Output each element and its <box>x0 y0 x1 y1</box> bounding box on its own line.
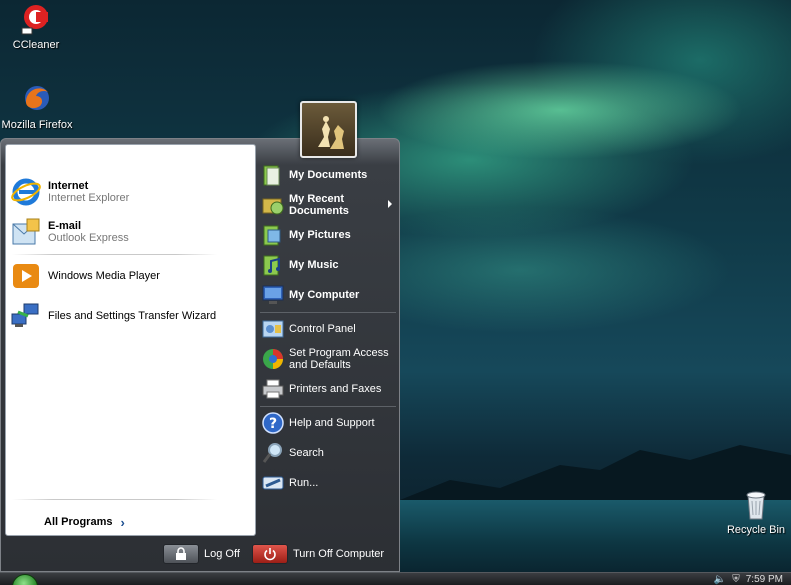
recent-transfer-wizard[interactable]: Files and Settings Transfer Wizard <box>10 297 253 335</box>
pinned-subtitle: Internet Explorer <box>48 192 130 204</box>
place-my-music[interactable]: My Music <box>258 251 398 279</box>
search-icon <box>262 443 282 463</box>
help-and-support[interactable]: ? Help and Support <box>258 409 398 437</box>
places-separator <box>260 312 396 313</box>
svg-text:?: ? <box>269 416 277 432</box>
chess-pieces-icon <box>318 116 344 149</box>
lock-icon <box>163 544 199 564</box>
pinned-separator <box>12 254 217 255</box>
setting-program-access[interactable]: Set Program Access and Defaults <box>258 345 398 373</box>
setting-label: Control Panel <box>289 323 356 335</box>
pinned-title: E-mail <box>48 220 82 232</box>
recent-windows-media-player[interactable]: Windows Media Player <box>10 257 253 295</box>
taskbar: 🔈 ⛨ 7:59 PM <box>0 572 791 585</box>
settings-separator <box>260 406 396 407</box>
help-label: Search <box>289 447 324 459</box>
power-icon <box>252 544 288 564</box>
desktop-icon-recycle-bin[interactable]: Recycle Bin <box>716 487 791 536</box>
run-icon <box>262 476 284 490</box>
clock[interactable]: 7:59 PM <box>746 574 783 585</box>
security-alert-icon[interactable]: ⛨ <box>732 574 740 585</box>
start-menu: Internet Internet Explorer E-mail Outloo… <box>0 138 400 572</box>
recent-label: Windows Media Player <box>48 270 160 282</box>
my-recent-documents-icon <box>262 198 284 215</box>
place-label: My Recent Documents <box>289 193 349 217</box>
pinned-subtitle: Outlook Express <box>48 232 129 244</box>
my-music-icon <box>263 255 280 276</box>
place-my-recent-documents[interactable]: My Recent Documents <box>258 191 398 219</box>
desktop-icon-ccleaner[interactable]: CCleaner <box>0 2 76 51</box>
desktop-icon-label: Mozilla Firefox <box>1 119 73 131</box>
volume-icon[interactable]: 🔈 <box>714 574 726 585</box>
place-label: My Music <box>289 259 339 271</box>
recent-label: Files and Settings Transfer Wizard <box>48 310 217 322</box>
start-menu-right-pane: My Documents My Recent Documents My Pict… <box>258 144 398 536</box>
firefox-icon <box>25 86 49 110</box>
transfer-wizard-icon <box>11 303 39 327</box>
start-menu-footer: Log Off Turn Off Computer <box>1 539 399 571</box>
control-panel-icon <box>262 320 284 338</box>
setting-control-panel[interactable]: Control Panel <box>258 315 398 343</box>
setting-printers-faxes[interactable]: Printers and Faxes <box>258 375 398 403</box>
ccleaner-icon <box>21 5 48 35</box>
help-icon: ? <box>262 412 284 434</box>
desktop-icon-firefox[interactable]: Mozilla Firefox <box>0 82 77 131</box>
help-label: Help and Support <box>289 417 375 429</box>
media-player-icon <box>13 264 39 288</box>
internet-explorer-icon <box>11 178 41 206</box>
place-label: My Computer <box>289 289 360 301</box>
chevron-right-icon: › <box>120 514 125 530</box>
turn-off-computer-button[interactable]: Turn Off Computer <box>252 543 384 565</box>
printer-icon <box>262 379 284 399</box>
desktop-icon-label: Recycle Bin <box>726 524 786 536</box>
turn-off-label: Turn Off Computer <box>293 548 385 560</box>
setting-label: Printers and Faxes <box>289 383 382 395</box>
start-button[interactable] <box>12 574 38 585</box>
place-label: My Documents <box>289 169 368 181</box>
all-programs-button[interactable]: All Programs › <box>44 514 125 530</box>
my-documents-icon <box>263 165 280 186</box>
recycle-bin-icon <box>746 491 766 520</box>
setting-label: Set Program Access and Defaults <box>289 347 389 371</box>
system-tray: 🔈 ⛨ 7:59 PM <box>714 573 783 585</box>
my-computer-icon <box>262 285 284 304</box>
run[interactable]: Run... <box>258 469 398 497</box>
all-programs-separator <box>12 499 217 500</box>
my-pictures-icon <box>263 225 281 246</box>
pinned-email[interactable]: E-mail Outlook Express <box>10 213 253 251</box>
user-account-picture[interactable] <box>300 101 357 158</box>
search[interactable]: Search <box>258 439 398 467</box>
submenu-arrow-icon <box>388 200 392 208</box>
desktop-icon-label: CCleaner <box>12 39 60 51</box>
all-programs-label: All Programs <box>44 516 113 528</box>
start-menu-left-pane: Internet Internet Explorer E-mail Outloo… <box>5 144 256 536</box>
place-label: My Pictures <box>289 229 351 241</box>
pinned-title: Internet <box>48 180 89 192</box>
log-off-label: Log Off <box>204 548 240 560</box>
help-label: Run... <box>289 477 319 489</box>
pinned-internet[interactable]: Internet Internet Explorer <box>10 173 253 211</box>
place-my-pictures[interactable]: My Pictures <box>258 221 398 249</box>
place-my-computer[interactable]: My Computer <box>258 281 398 309</box>
outlook-express-icon <box>12 218 40 245</box>
log-off-button[interactable]: Log Off <box>163 543 240 565</box>
place-my-documents[interactable]: My Documents <box>258 161 398 189</box>
program-access-icon <box>263 349 283 369</box>
